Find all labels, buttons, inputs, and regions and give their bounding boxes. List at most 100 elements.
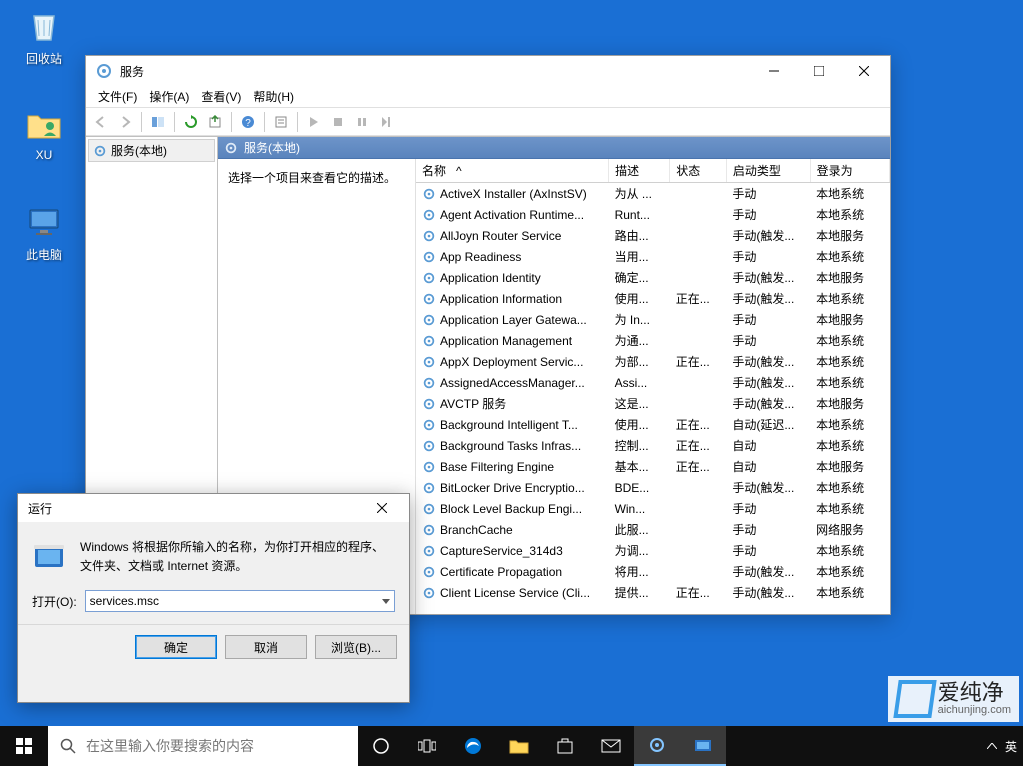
service-start: 自动(延迟... <box>726 414 810 435</box>
ok-button[interactable]: 确定 <box>135 635 217 659</box>
mail-icon[interactable] <box>588 726 634 766</box>
col-status[interactable]: 状态 <box>670 159 727 183</box>
table-row[interactable]: BranchCache此服...手动网络服务 <box>416 519 890 540</box>
export-button[interactable] <box>204 111 226 133</box>
table-row[interactable]: Certificate Propagation将用...手动(触发...本地系统 <box>416 561 890 582</box>
table-row[interactable]: Client License Service (Cli...提供...正在...… <box>416 582 890 603</box>
description-hint: 选择一个项目来查看它的描述。 <box>228 169 405 186</box>
gear-icon <box>224 141 238 155</box>
col-desc[interactable]: 描述 <box>609 159 670 183</box>
service-start: 手动(触发... <box>726 267 810 288</box>
dropdown-icon[interactable] <box>382 599 390 604</box>
cortana-icon[interactable] <box>358 726 404 766</box>
column-headers[interactable]: 名称 ^ 描述 状态 启动类型 登录为 <box>416 159 890 183</box>
table-row[interactable]: BitLocker Drive Encryptio...BDE...手动(触发.… <box>416 477 890 498</box>
service-start: 手动 <box>726 330 810 351</box>
run-title: 运行 <box>28 500 361 517</box>
col-start[interactable]: 启动类型 <box>726 159 810 183</box>
explorer-icon[interactable] <box>496 726 542 766</box>
start-button[interactable] <box>0 726 48 766</box>
table-row[interactable]: Background Intelligent T...使用...正在...自动(… <box>416 414 890 435</box>
service-logon: 本地系统 <box>810 561 889 582</box>
show-hide-tree-button[interactable] <box>147 111 169 133</box>
table-row[interactable]: Background Tasks Infras...控制...正在...自动本地… <box>416 435 890 456</box>
service-start: 手动 <box>726 309 810 330</box>
service-start: 手动 <box>726 540 810 561</box>
service-status <box>670 372 727 393</box>
run-titlebar[interactable]: 运行 <box>18 494 409 522</box>
help-button[interactable]: ? <box>237 111 259 133</box>
table-row[interactable]: AVCTP 服务这是...手动(触发...本地服务 <box>416 393 890 414</box>
gear-icon <box>422 292 436 306</box>
service-logon: 本地系统 <box>810 183 889 205</box>
browse-button[interactable]: 浏览(B)... <box>315 635 397 659</box>
col-name[interactable]: 名称 <box>422 164 446 178</box>
tray-ime-icon[interactable]: 英 <box>1005 738 1017 755</box>
service-desc: 使用... <box>609 288 670 309</box>
properties-button[interactable] <box>270 111 292 133</box>
this-pc-icon[interactable]: 此电脑 <box>14 202 74 263</box>
taskbar-search[interactable]: 在这里输入你要搜索的内容 <box>48 726 358 766</box>
service-logon: 本地系统 <box>810 330 889 351</box>
table-row[interactable]: AssignedAccessManager...Assi...手动(触发...本… <box>416 372 890 393</box>
menu-action[interactable]: 操作(A) <box>149 88 189 105</box>
run-close-button[interactable] <box>361 496 403 520</box>
menu-help[interactable]: 帮助(H) <box>253 88 294 105</box>
service-name: CaptureService_314d3 <box>440 544 563 558</box>
run-input[interactable]: services.msc <box>85 590 395 612</box>
pause-service-button[interactable] <box>351 111 373 133</box>
table-row[interactable]: Application Information使用...正在...手动(触发..… <box>416 288 890 309</box>
stop-service-button[interactable] <box>327 111 349 133</box>
minimize-button[interactable] <box>751 57 796 85</box>
service-name: Client License Service (Cli... <box>440 586 590 600</box>
system-tray[interactable]: 英 <box>987 738 1023 755</box>
table-row[interactable]: Application Identity确定...手动(触发...本地服务 <box>416 267 890 288</box>
taskbar-services-icon[interactable] <box>634 726 680 766</box>
back-button[interactable] <box>90 111 112 133</box>
col-logon[interactable]: 登录为 <box>810 159 889 183</box>
service-name: ActiveX Installer (AxInstSV) <box>440 187 587 201</box>
service-desc: 提供... <box>609 582 670 603</box>
menu-file[interactable]: 文件(F) <box>98 88 137 105</box>
table-row[interactable]: ActiveX Installer (AxInstSV)为从 ...手动本地系统 <box>416 183 890 205</box>
table-row[interactable]: CaptureService_314d3为调...手动本地系统 <box>416 540 890 561</box>
task-view-icon[interactable] <box>404 726 450 766</box>
menu-view[interactable]: 查看(V) <box>201 88 241 105</box>
run-open-label: 打开(O): <box>32 593 77 610</box>
tray-chevron-icon[interactable] <box>987 743 997 749</box>
taskbar-run-icon[interactable] <box>680 726 726 766</box>
restart-service-button[interactable] <box>375 111 397 133</box>
table-row[interactable]: Application Layer Gatewa...为 In...手动本地服务 <box>416 309 890 330</box>
table-row[interactable]: App Readiness当用...手动本地系统 <box>416 246 890 267</box>
titlebar[interactable]: 服务 <box>86 56 890 86</box>
store-icon[interactable] <box>542 726 588 766</box>
edge-icon[interactable] <box>450 726 496 766</box>
tree-services-local[interactable]: 服务(本地) <box>88 139 215 162</box>
recycle-bin-icon[interactable]: 回收站 <box>14 6 74 67</box>
user-folder-icon[interactable]: XU <box>14 104 74 162</box>
close-button[interactable] <box>841 57 886 85</box>
service-name: Application Management <box>440 334 572 348</box>
cancel-button[interactable]: 取消 <box>225 635 307 659</box>
service-logon: 本地服务 <box>810 309 889 330</box>
start-service-button[interactable] <box>303 111 325 133</box>
service-status <box>670 267 727 288</box>
table-row[interactable]: Application Management为通...手动本地系统 <box>416 330 890 351</box>
service-desc: BDE... <box>609 477 670 498</box>
table-row[interactable]: Agent Activation Runtime...Runt...手动本地系统 <box>416 204 890 225</box>
table-row[interactable]: AllJoyn Router Service路由...手动(触发...本地服务 <box>416 225 890 246</box>
service-start: 手动(触发... <box>726 393 810 414</box>
service-status: 正在... <box>670 288 727 309</box>
table-row[interactable]: Block Level Backup Engi...Win...手动本地系统 <box>416 498 890 519</box>
forward-button[interactable] <box>114 111 136 133</box>
table-row[interactable]: AppX Deployment Servic...为部...正在...手动(触发… <box>416 351 890 372</box>
maximize-button[interactable] <box>796 57 841 85</box>
refresh-button[interactable] <box>180 111 202 133</box>
service-start: 手动 <box>726 498 810 519</box>
service-name: Background Intelligent T... <box>440 418 578 432</box>
services-list[interactable]: 名称 ^ 描述 状态 启动类型 登录为 ActiveX Installer (A… <box>416 159 890 614</box>
gear-icon <box>422 502 436 516</box>
gear-icon <box>93 144 107 158</box>
service-start: 手动(触发... <box>726 288 810 309</box>
table-row[interactable]: Base Filtering Engine基本...正在...自动本地服务 <box>416 456 890 477</box>
